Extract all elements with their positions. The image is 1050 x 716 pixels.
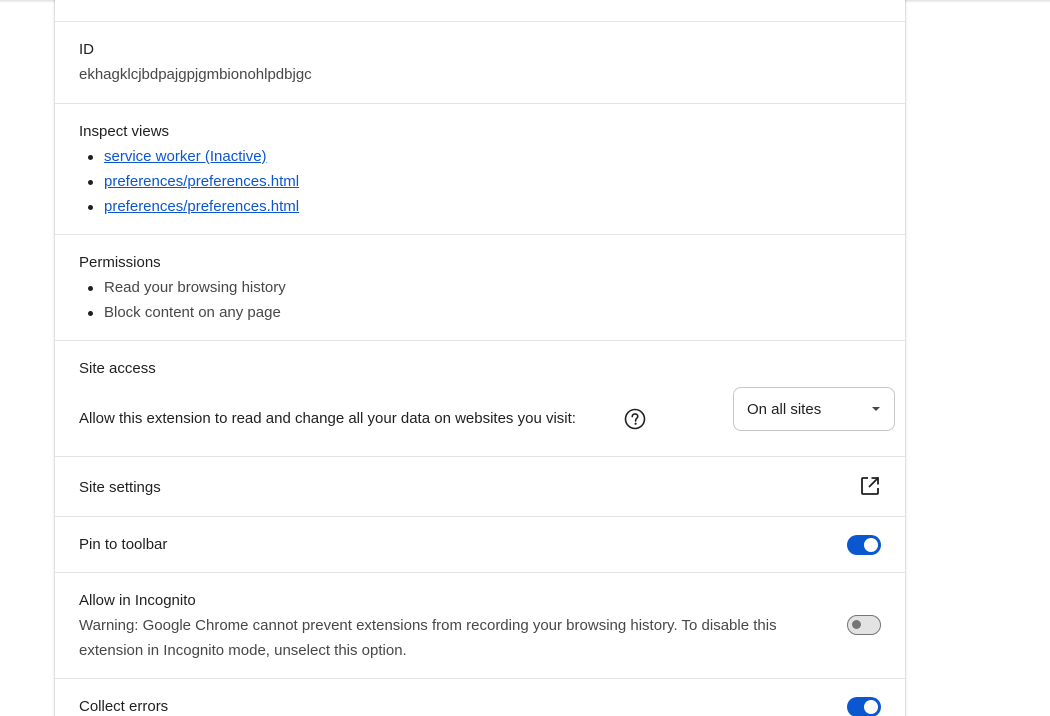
id-label: ID xyxy=(79,41,94,58)
list-item: preferences/preferences.html xyxy=(79,197,299,222)
inspect-link-preferences-1[interactable]: preferences/preferences.html xyxy=(104,173,299,190)
site-access-dropdown[interactable]: On all sites xyxy=(733,387,895,431)
list-item: preferences/preferences.html xyxy=(79,172,299,197)
help-circle-icon[interactable] xyxy=(624,408,646,430)
permission-text: Read your browsing history xyxy=(104,279,286,296)
site-settings-label: Site settings xyxy=(79,479,161,496)
allow-incognito-row: Allow in Incognito Warning: Google Chrom… xyxy=(55,572,905,678)
site-settings-row[interactable]: Site settings xyxy=(55,456,905,516)
site-access-label: Site access xyxy=(79,360,156,377)
pin-to-toolbar-label: Pin to toolbar xyxy=(79,536,168,553)
permission-text: Block content on any page xyxy=(104,304,281,321)
open-in-new-icon[interactable] xyxy=(859,475,881,497)
site-access-row: Site access Allow this extension to read… xyxy=(55,340,905,456)
inspect-views-list: service worker (Inactive) preferences/pr… xyxy=(79,147,299,222)
site-access-description: Allow this extension to read and change … xyxy=(79,410,576,427)
pin-to-toolbar-row: Pin to toolbar xyxy=(55,516,905,572)
incognito-warning-text: Warning: Google Chrome cannot prevent ex… xyxy=(79,617,777,659)
list-item: Block content on any page xyxy=(79,303,286,328)
inspect-link-service-worker[interactable]: service worker (Inactive) xyxy=(104,148,267,165)
bullet-icon xyxy=(88,155,93,160)
permissions-list: Read your browsing history Block content… xyxy=(79,278,286,328)
collect-errors-toggle[interactable] xyxy=(847,697,881,716)
toggle-knob xyxy=(864,538,878,552)
inspect-link-preferences-2[interactable]: preferences/preferences.html xyxy=(104,198,299,215)
site-access-selected-value: On all sites xyxy=(747,401,822,418)
inspect-views-row: Inspect views service worker (Inactive) … xyxy=(55,103,905,234)
toggle-knob xyxy=(864,700,878,714)
allow-incognito-label: Allow in Incognito xyxy=(79,592,196,609)
details-card: ID ekhagklcjbdpajgpjgmbionohlpdbjgc Insp… xyxy=(55,0,905,716)
chevron-down-icon xyxy=(872,407,880,411)
collect-errors-row: Collect errors xyxy=(55,678,905,716)
bullet-icon xyxy=(88,286,93,291)
toggle-knob xyxy=(852,620,861,629)
list-item: Read your browsing history xyxy=(79,278,286,303)
permissions-row: Permissions Read your browsing history B… xyxy=(55,234,905,340)
list-item: service worker (Inactive) xyxy=(79,147,299,172)
extension-details-page: ID ekhagklcjbdpajgpjgmbionohlpdbjgc Insp… xyxy=(0,0,1050,716)
pin-to-toolbar-toggle[interactable] xyxy=(847,535,881,555)
collect-errors-label: Collect errors xyxy=(79,698,169,715)
permissions-label: Permissions xyxy=(79,254,161,271)
inspect-views-label: Inspect views xyxy=(79,123,170,140)
bullet-icon xyxy=(88,205,93,210)
extension-id-value: ekhagklcjbdpajgpjgmbionohlpdbjgc xyxy=(79,66,312,83)
id-row: ID ekhagklcjbdpajgpjgmbionohlpdbjgc xyxy=(55,21,905,103)
bullet-icon xyxy=(88,180,93,185)
bullet-icon xyxy=(88,311,93,316)
allow-incognito-toggle[interactable] xyxy=(847,615,881,635)
